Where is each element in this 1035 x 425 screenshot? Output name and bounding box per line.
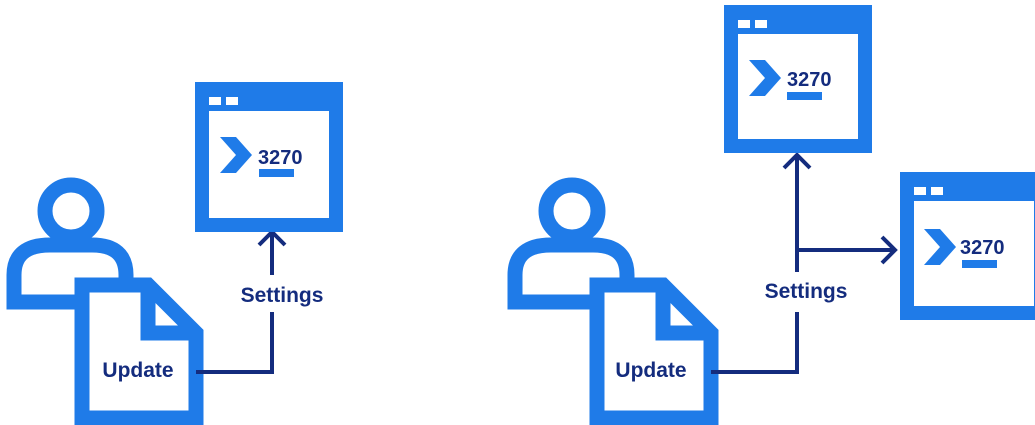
terminal-session-id: 3270 <box>787 69 832 91</box>
document-icon <box>74 277 204 425</box>
terminal-window-top: 3270 <box>724 5 872 153</box>
terminal-cursor <box>787 92 822 100</box>
terminal-session-id: 3270 <box>258 147 303 169</box>
terminal-window: 3270 <box>195 82 343 232</box>
diagram-stage: Update Settings 3270 Update Settings 327… <box>0 0 1035 425</box>
document-label: Update <box>615 359 686 382</box>
connector-label: Settings <box>765 280 848 303</box>
document-icon <box>589 277 719 425</box>
terminal-cursor <box>259 169 294 177</box>
diagram-canvas: Update Settings 3270 Update Settings 327… <box>6 5 1035 425</box>
connector-line <box>711 155 895 374</box>
terminal-window-right: 3270 <box>900 172 1035 320</box>
terminal-cursor <box>962 260 997 268</box>
terminal-session-id: 3270 <box>960 237 1005 259</box>
right-diagram: Update Settings 3270 3270 <box>507 5 1035 425</box>
document-label: Update <box>102 359 173 382</box>
left-diagram: Update Settings 3270 <box>6 82 343 425</box>
connector-label: Settings <box>241 284 324 307</box>
